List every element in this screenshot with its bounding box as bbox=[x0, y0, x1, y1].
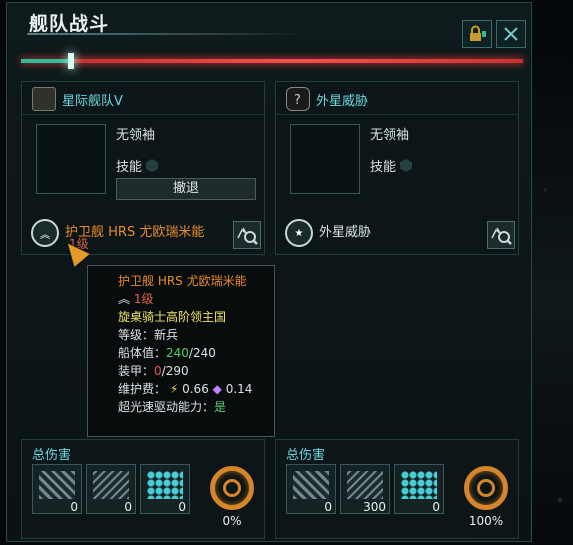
tooltip-hull-row: 船体值：240/240 bbox=[118, 344, 274, 362]
tooltip-rank-value: 新兵 bbox=[154, 328, 179, 342]
lock-button[interactable] bbox=[462, 20, 492, 48]
window-title: 舰队战斗 bbox=[29, 13, 110, 35]
alloy-icon: ◆ bbox=[212, 382, 222, 396]
battle-progress-marker bbox=[68, 53, 75, 69]
enemy-leader-portrait[interactable] bbox=[290, 124, 360, 194]
shield-damage-value: 0 bbox=[432, 500, 440, 514]
kinetic-damage-cell[interactable]: 0 bbox=[32, 464, 82, 514]
tooltip-ftl-row: 超光速驱动能力：是 bbox=[118, 398, 274, 416]
tooltip-armor-max: /290 bbox=[161, 364, 189, 378]
tooltip-upkeep-energy: 0.66 bbox=[182, 382, 209, 396]
retreat-button[interactable]: 撤退 bbox=[116, 178, 256, 200]
close-button[interactable] bbox=[496, 20, 526, 48]
enemy-damage-title: 总伤害 bbox=[286, 448, 326, 463]
energy-damage-value: 0 bbox=[124, 500, 132, 514]
enemy-damage-percent: 100% bbox=[468, 514, 504, 528]
kinetic-weapon-icon bbox=[39, 471, 75, 499]
tooltip-title: 护卫舰 HRS 尤欧瑞米能 bbox=[118, 274, 247, 288]
total-damage-ring-icon bbox=[210, 466, 254, 510]
tooltip-armor-current: 0 bbox=[154, 364, 162, 378]
tooltip-hull-max: /240 bbox=[188, 346, 216, 360]
titlebar: 舰队战斗 bbox=[7, 3, 531, 48]
enemy-damage-panel: 总伤害 0 300 0 100% bbox=[275, 439, 519, 539]
energy-damage-cell[interactable]: 0 bbox=[86, 464, 136, 514]
ship-tooltip: 护卫舰 HRS 尤欧瑞米能 ︽ 1级 旋桌骑士高阶领主国 等级：新兵 船体值：2… bbox=[87, 265, 275, 437]
ally-leader-name: 无领袖 bbox=[116, 128, 156, 143]
shield-damage-value: 0 bbox=[178, 500, 186, 514]
tooltip-rank-row: 等级：新兵 bbox=[118, 326, 274, 344]
enemy-fleet-header: ? 外星威胁 bbox=[276, 82, 518, 115]
shield-damage-cell[interactable]: 0 bbox=[394, 464, 444, 514]
rank-chevron-icon: ︽ bbox=[31, 219, 59, 247]
magnify-icon bbox=[491, 227, 512, 245]
tooltip-level-row: ︽ 1级 bbox=[118, 290, 274, 308]
enemy-leader-name: 无领袖 bbox=[370, 128, 410, 143]
ally-ship-row[interactable]: ︽ 护卫舰 HRS 尤欧瑞米能 1级 bbox=[21, 215, 263, 255]
kinetic-damage-value: 0 bbox=[324, 500, 332, 514]
enemy-skill-row: 技能 bbox=[370, 156, 413, 175]
ally-damage-title: 总伤害 bbox=[32, 448, 72, 463]
enemy-ship-row[interactable]: ★ 外星威胁 bbox=[275, 215, 517, 255]
energy-weapon-icon bbox=[93, 471, 129, 499]
title-underline bbox=[27, 33, 307, 35]
kinetic-weapon-icon bbox=[293, 471, 329, 499]
magnify-icon bbox=[237, 227, 258, 245]
tooltip-upkeep-alloy: 0.14 bbox=[225, 382, 253, 396]
kinetic-damage-value: 0 bbox=[70, 500, 78, 514]
energy-damage-cell[interactable]: 300 bbox=[340, 464, 390, 514]
tooltip-upkeep-label: 维护费： bbox=[118, 382, 167, 396]
ally-inspect-button[interactable] bbox=[233, 221, 261, 249]
tooltip-ftl-label: 超光速驱动能力： bbox=[118, 400, 215, 414]
shield-hex-icon bbox=[401, 471, 437, 499]
total-damage-ring-icon bbox=[464, 466, 508, 510]
battle-progress-line bbox=[21, 59, 523, 63]
ally-damage-panel: 总伤害 0 0 0 0% bbox=[21, 439, 265, 539]
shield-damage-cell[interactable]: 0 bbox=[140, 464, 190, 514]
enemy-fleet-name: 外星威胁 bbox=[316, 94, 369, 109]
energy-damage-value: 300 bbox=[363, 500, 386, 514]
tooltip-rank-label: 等级： bbox=[118, 328, 155, 342]
enemy-skill-label: 技能 bbox=[370, 160, 397, 175]
enemy-ship-name[interactable]: 外星威胁 bbox=[319, 221, 371, 240]
tooltip-hull-label: 船体值： bbox=[118, 346, 167, 360]
ally-leader-portrait[interactable] bbox=[36, 124, 106, 194]
ally-damage-percent: 0% bbox=[222, 514, 242, 528]
energy-weapon-icon bbox=[347, 471, 383, 499]
unknown-faction-icon: ? bbox=[286, 87, 310, 111]
fleet-combat-window: 舰队战斗 星际舰队V 无领袖 技能 撤退 ? 外星威胁 无领袖 技能 ︽ 护卫舰… bbox=[6, 2, 532, 542]
tooltip-armor-label: 装甲： bbox=[118, 364, 155, 378]
battle-progress-bar bbox=[21, 53, 523, 69]
enemy-inspect-button[interactable] bbox=[487, 221, 515, 249]
ally-fleet-header: 星际舰队V bbox=[22, 82, 264, 115]
star-rank-icon: ★ bbox=[285, 219, 313, 247]
ally-fleet-name: 星际舰队V bbox=[62, 94, 123, 109]
tooltip-empire: 旋桌骑士高阶领主国 bbox=[118, 310, 227, 324]
svg-text:?: ? bbox=[294, 93, 301, 108]
skill-hex-icon bbox=[400, 159, 413, 172]
ally-skill-label: 技能 bbox=[116, 160, 143, 175]
empire-flag-icon bbox=[32, 87, 56, 111]
ally-skill-row: 技能 bbox=[116, 156, 159, 175]
tooltip-hull-current: 240 bbox=[166, 346, 189, 360]
tooltip-ftl-value: 是 bbox=[214, 400, 227, 414]
shield-hex-icon bbox=[147, 471, 183, 499]
lock-icon bbox=[470, 25, 486, 41]
kinetic-damage-cell[interactable]: 0 bbox=[286, 464, 336, 514]
tooltip-upkeep-row: 维护费： ⚡ 0.66 ◆ 0.14 bbox=[118, 380, 274, 398]
close-icon bbox=[504, 27, 518, 41]
rank-chevron-icon: ︽ bbox=[118, 292, 131, 306]
tooltip-armor-row: 装甲：0/290 bbox=[118, 362, 274, 380]
energy-icon: ⚡ bbox=[169, 382, 179, 396]
skill-hex-icon bbox=[146, 159, 159, 172]
tooltip-level: 1级 bbox=[133, 292, 154, 306]
